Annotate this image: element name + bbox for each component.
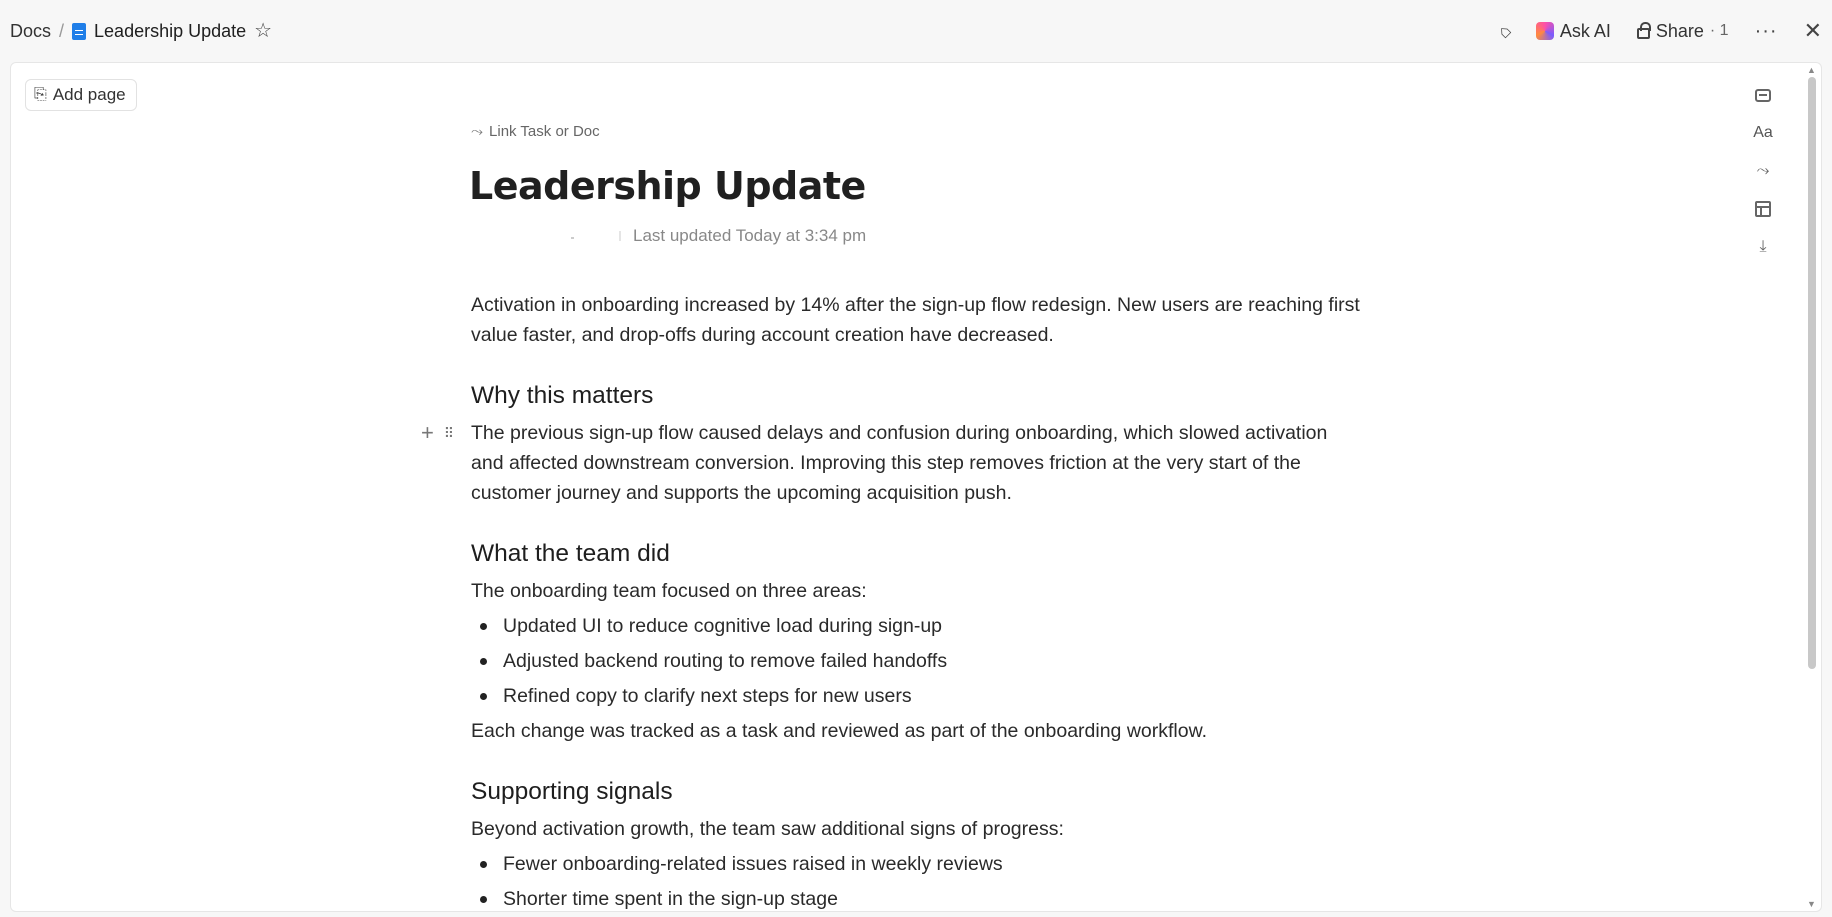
last-updated: Last updated Today at 3:34 pm [633, 226, 867, 245]
doc-content: ⤳ Link Task or Doc Leadership Update Las… [421, 123, 1361, 911]
tag-icon: ⌂ [1493, 19, 1515, 42]
breadcrumb-docs[interactable]: Docs [10, 21, 51, 42]
list-item[interactable]: Refined copy to clarify next steps for n… [471, 681, 1361, 711]
list-item[interactable]: Fewer onboarding-related issues raised i… [471, 849, 1361, 879]
doc-meta: Last updated Today at 3:34 pm [471, 226, 1361, 246]
section-paragraph[interactable]: The previous sign-up flow caused delays … [471, 418, 1361, 508]
font-button[interactable]: Aa [1751, 121, 1775, 145]
link-task-button[interactable]: ⤳ Link Task or Doc [471, 123, 1361, 140]
layout-button[interactable] [1751, 197, 1775, 221]
add-page-label: Add page [52, 85, 126, 104]
ask-ai-label: Ask AI [1559, 20, 1611, 41]
add-page-button[interactable]: ⎘ Add page [25, 79, 137, 111]
download-button[interactable]: ⤓ [1751, 235, 1775, 259]
doc-icon [72, 22, 87, 40]
list-item[interactable]: Adjusted backend routing to remove faile… [471, 646, 1361, 676]
font-icon: Aa [1753, 124, 1773, 141]
doc-card: ⎘ Add page ⤳ Link Task or Doc Leadership… [10, 62, 1822, 912]
relationship-icon: ⤳ [1756, 162, 1770, 179]
section-heading[interactable]: Supporting signals [471, 776, 1361, 808]
star-icon[interactable]: ☆ [254, 21, 272, 41]
drag-handle-icon[interactable]: ⠿ [444, 418, 454, 448]
list-item[interactable]: Updated UI to reduce cognitive load duri… [471, 611, 1361, 641]
plus-icon[interactable]: + [421, 418, 434, 448]
header-actions: ⌂ Ask AI Share · 1 ··· ✕ [1493, 18, 1822, 44]
avatar [471, 231, 621, 241]
section-heading[interactable]: What the team did [471, 538, 1361, 570]
section-lead[interactable]: The onboarding team focused on three are… [471, 576, 1361, 606]
scrollbar[interactable]: ▲ ▼ [1805, 63, 1819, 911]
layout-icon [1755, 201, 1771, 217]
list-item[interactable]: Shorter time spent in the sign-up stage [471, 884, 1361, 911]
intro-paragraph[interactable]: Activation in onboarding increased by 14… [471, 290, 1361, 350]
close-icon[interactable]: ✕ [1804, 18, 1822, 44]
breadcrumb-separator: / [59, 20, 65, 41]
ai-sparkle-icon [1535, 22, 1554, 40]
top-bar: Docs / Leadership Update ☆ ⌂ Ask AI Shar… [0, 0, 1832, 62]
relationship-button[interactable]: ⤳ [1751, 159, 1775, 183]
scroll-up-icon[interactable]: ▲ [1807, 65, 1816, 75]
comment-button[interactable] [1751, 83, 1775, 107]
page-title[interactable]: Leadership Update [469, 164, 1361, 208]
lock-icon [1636, 22, 1651, 39]
ask-ai-button[interactable]: Ask AI [1535, 20, 1611, 42]
right-toolbar: Aa ⤳ ⤓ [1751, 83, 1775, 259]
section-paragraph[interactable]: Each change was tracked as a task and re… [471, 716, 1361, 746]
bullet-list: Updated UI to reduce cognitive load duri… [471, 611, 1361, 711]
section-lead[interactable]: Beyond activation growth, the team saw a… [471, 814, 1361, 844]
scroll-down-icon[interactable]: ▼ [1807, 899, 1816, 909]
paragraph-block[interactable]: + ⠿ The previous sign-up flow caused del… [421, 418, 1361, 508]
scrollbar-thumb[interactable] [1808, 77, 1816, 669]
share-count: · 1 [1709, 22, 1729, 39]
block-gutter: + ⠿ [421, 418, 454, 448]
download-icon: ⤓ [1759, 238, 1767, 255]
comment-icon [1755, 88, 1771, 102]
link-icon: ⤳ [471, 123, 484, 140]
link-task-label: Link Task or Doc [489, 123, 600, 140]
tag-button[interactable]: ⌂ [1493, 20, 1515, 42]
section-heading[interactable]: Why this matters [471, 380, 1361, 412]
doc-body[interactable]: Activation in onboarding increased by 14… [421, 290, 1361, 911]
breadcrumb-doc-title[interactable]: Leadership Update [94, 21, 246, 42]
breadcrumb: Docs / Leadership Update ☆ [10, 21, 272, 42]
add-page-icon: ⎘ [34, 86, 47, 103]
share-label: Share [1655, 20, 1704, 41]
share-button[interactable]: Share · 1 [1636, 20, 1729, 42]
more-icon[interactable]: ··· [1755, 20, 1778, 43]
bullet-list: Fewer onboarding-related issues raised i… [471, 849, 1361, 911]
